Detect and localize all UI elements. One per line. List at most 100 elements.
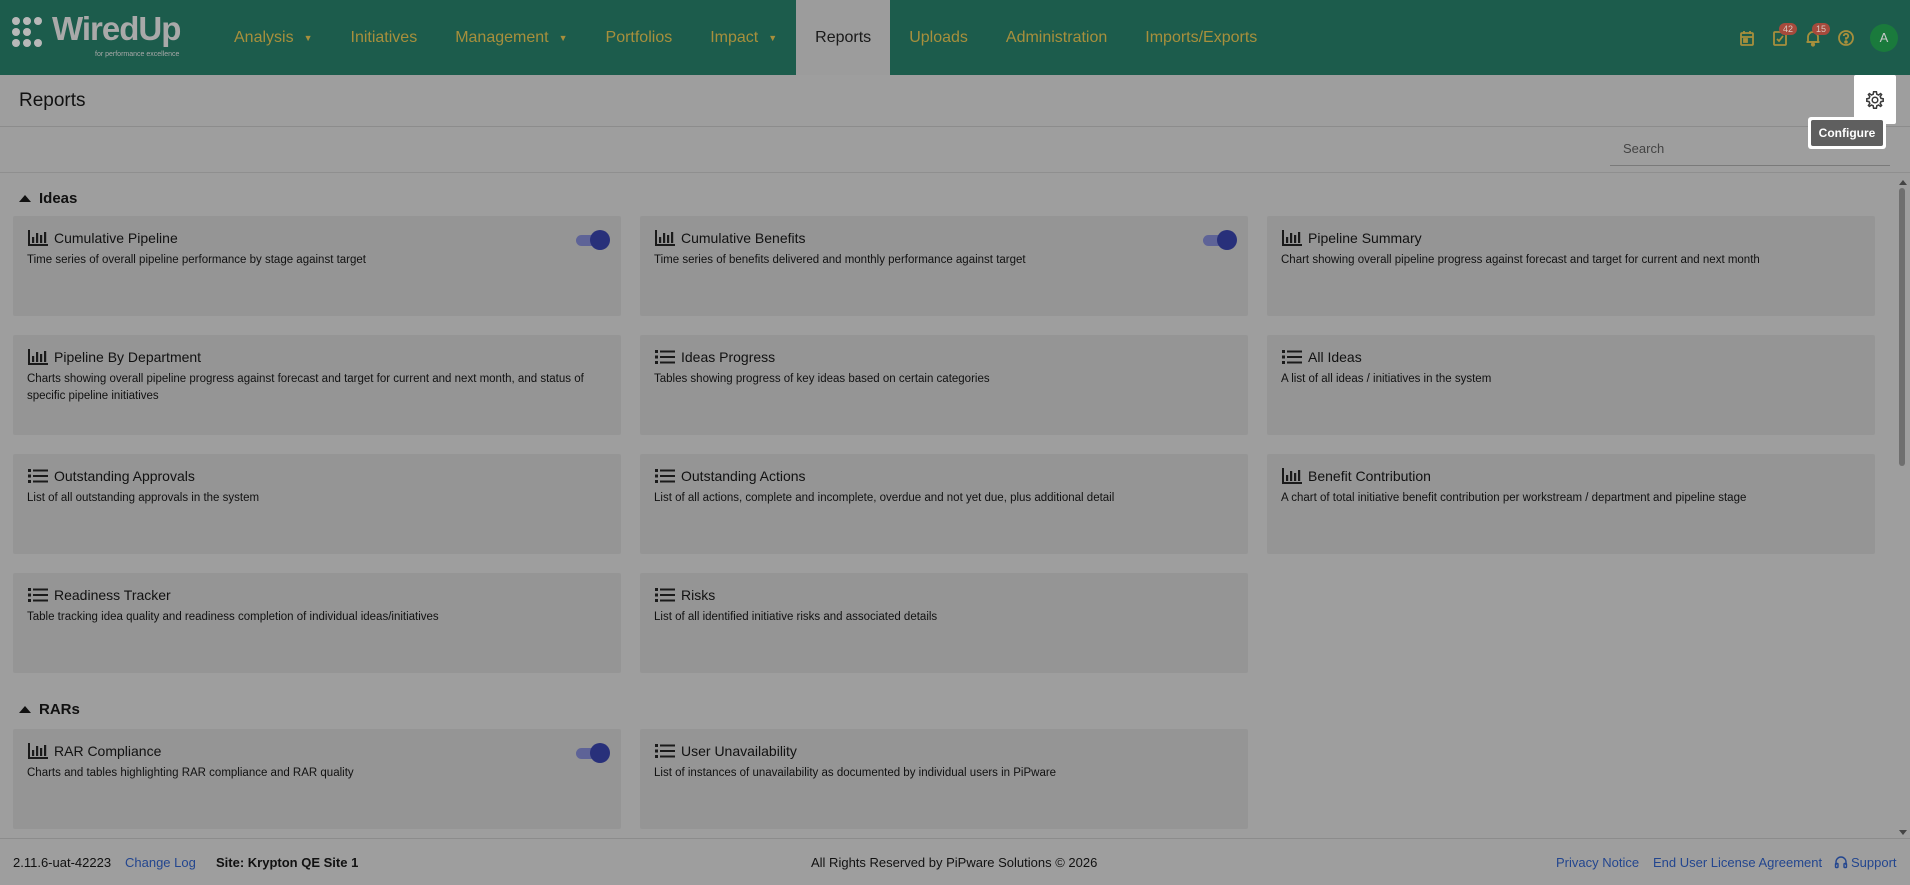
notifications-badge: 15	[1812, 23, 1831, 35]
report-card-cumulative-pipeline[interactable]: Cumulative Pipeline Time series of overal…	[13, 216, 621, 316]
nav-item-label: Impact	[710, 28, 759, 46]
report-title: All Ideas	[1308, 349, 1362, 365]
report-card-title: RAR Compliance	[27, 742, 607, 760]
page-title: Reports	[19, 90, 86, 111]
support-icon	[1834, 855, 1848, 868]
report-description: List of instances of unavailability as d…	[654, 767, 1057, 779]
scroll-thumb[interactable]	[1899, 188, 1905, 466]
nav-item-label: Uploads	[909, 28, 968, 46]
caret-down-icon: ▼	[768, 32, 778, 43]
scroll-down-arrow-icon[interactable]	[1899, 830, 1907, 835]
nav-item-label: Analysis	[234, 28, 294, 46]
section-header-ideas[interactable]: Ideas	[19, 190, 77, 207]
nav-item-portfolios[interactable]: Portfolios	[587, 0, 692, 75]
nav-item-label: Reports	[815, 28, 872, 46]
report-description: A chart of total initiative benefit cont…	[1281, 492, 1747, 504]
report-description: Table tracking idea quality and readines…	[27, 611, 439, 623]
report-description: A list of all ideas / initiatives in the…	[1281, 373, 1492, 385]
top-navigation-bar: WiredUp for performance excellence Analy…	[0, 0, 1910, 75]
scrollbar[interactable]	[1898, 180, 1907, 835]
app-version: 2.11.6-uat-42223	[13, 855, 112, 870]
report-card-readiness-tracker[interactable]: Readiness Tracker Table tracking idea qua…	[13, 573, 621, 673]
report-card-title: Benefit Contribution	[1281, 467, 1861, 485]
nav-item-impact[interactable]: Impact ▼	[691, 0, 796, 75]
report-description: Charts and tables highlighting RAR compl…	[27, 767, 354, 779]
report-card-rar-compliance[interactable]: RAR Compliance Charts and tables highligh…	[13, 729, 621, 829]
list-icon	[27, 586, 54, 604]
report-title: User Unavailability	[681, 743, 797, 759]
report-card-user-unavailability[interactable]: User Unavailability List of instances of …	[640, 729, 1248, 829]
report-card-title: All Ideas	[1281, 348, 1861, 366]
report-card-title: Risks	[654, 586, 1234, 604]
footer: 2.11.6-uat-42223 Change Log Site: Krypto…	[0, 838, 1910, 885]
logo-dots-icon	[12, 17, 50, 55]
report-description: Time series of overall pipeline performa…	[27, 254, 366, 266]
user-avatar[interactable]: A	[1870, 23, 1898, 52]
list-icon	[654, 348, 681, 366]
nav-item-reports[interactable]: Reports	[796, 0, 891, 75]
search-input[interactable]: Search	[1610, 134, 1890, 166]
report-card-pipeline-summary[interactable]: Pipeline Summary Chart showing overall pi…	[1267, 216, 1875, 316]
scroll-up-arrow-icon[interactable]	[1899, 180, 1907, 185]
favorite-toggle[interactable]	[576, 230, 610, 250]
report-card-title: Readiness Tracker	[27, 586, 607, 604]
bell-icon[interactable]: 15	[1796, 21, 1831, 54]
report-card-ideas-progress[interactable]: Ideas Progress Tables showing progress of…	[640, 335, 1248, 435]
report-description: Tables showing progress of key ideas bas…	[654, 373, 990, 385]
section-header-rars[interactable]: RARs	[19, 701, 80, 718]
tasks-icon[interactable]: 42	[1763, 21, 1798, 54]
calendar-icon[interactable]	[1730, 21, 1763, 54]
collapse-arrow-icon	[19, 706, 31, 713]
site-label: Site: Krypton QE Site 1	[216, 855, 359, 870]
bar-chart-icon	[1281, 229, 1308, 247]
logo-text: WiredUp	[52, 10, 181, 47]
logo-tagline: for performance excellence	[95, 51, 180, 58]
favorite-toggle[interactable]	[576, 743, 610, 763]
eula-link[interactable]: End User License Agreement	[1653, 855, 1822, 870]
nav-item-administration[interactable]: Administration	[987, 0, 1126, 75]
help-icon[interactable]	[1829, 21, 1862, 54]
privacy-notice-link[interactable]: Privacy Notice	[1556, 855, 1639, 870]
report-card-title: Cumulative Pipeline	[27, 229, 607, 247]
report-card-cumulative-benefits[interactable]: Cumulative Benefits Time series of benefi…	[640, 216, 1248, 316]
report-card-outstanding-actions[interactable]: Outstanding Actions List of all actions, …	[640, 454, 1248, 554]
section-title: Ideas	[39, 190, 78, 207]
change-log-link[interactable]: Change Log	[125, 855, 196, 870]
report-card-title: User Unavailability	[654, 742, 1234, 760]
nav-item-uploads[interactable]: Uploads	[890, 0, 987, 75]
report-title: Pipeline Summary	[1308, 230, 1422, 246]
wiredup-logo[interactable]: WiredUp for performance excellence	[0, 0, 215, 75]
list-icon	[654, 586, 681, 604]
bar-chart-icon	[27, 742, 54, 760]
list-icon	[654, 467, 681, 485]
report-description: List of all outstanding approvals in the…	[27, 492, 260, 504]
support-link[interactable]: Support	[1834, 855, 1897, 870]
report-card-all-ideas[interactable]: All Ideas A list of all ideas / initiativ…	[1267, 335, 1875, 435]
report-title: Cumulative Benefits	[681, 230, 806, 246]
nav-item-initiatives[interactable]: Initiatives	[332, 0, 437, 75]
report-description: Chart showing overall pipeline progress …	[1281, 254, 1760, 266]
report-card-title: Outstanding Approvals	[27, 467, 607, 485]
report-card-risks[interactable]: Risks List of all identified initiative r…	[640, 573, 1248, 673]
report-card-title: Pipeline Summary	[1281, 229, 1861, 247]
main-nav: Analysis ▼ Initiatives Management ▼ Portfolio…	[215, 0, 1276, 75]
report-description: Time series of benefits delivered and mo…	[654, 254, 1026, 266]
report-card-title: Cumulative Benefits	[654, 229, 1234, 247]
copyright-text: All Rights Reserved by PiPware Solutions…	[811, 855, 1098, 870]
nav-item-label: Imports/Exports	[1145, 28, 1258, 46]
list-icon	[27, 467, 54, 485]
nav-item-imports-exports[interactable]: Imports/Exports	[1126, 0, 1276, 75]
report-card-pipeline-by-department[interactable]: Pipeline By Department Charts showing ove…	[13, 335, 621, 435]
report-title: Benefit Contribution	[1308, 468, 1431, 484]
report-title: Cumulative Pipeline	[54, 230, 178, 246]
bar-chart-icon	[27, 348, 54, 366]
nav-item-management[interactable]: Management ▼	[436, 0, 586, 75]
report-card-outstanding-approvals[interactable]: Outstanding Approvals List of all outstan…	[13, 454, 621, 554]
nav-item-label: Management	[455, 28, 549, 46]
favorite-toggle[interactable]	[1203, 230, 1237, 250]
list-icon	[1281, 348, 1308, 366]
nav-item-analysis[interactable]: Analysis ▼	[215, 0, 332, 75]
report-card-benefit-contribution[interactable]: Benefit Contribution A chart of total ini…	[1267, 454, 1875, 554]
divider	[0, 172, 1910, 173]
list-icon	[654, 742, 681, 760]
